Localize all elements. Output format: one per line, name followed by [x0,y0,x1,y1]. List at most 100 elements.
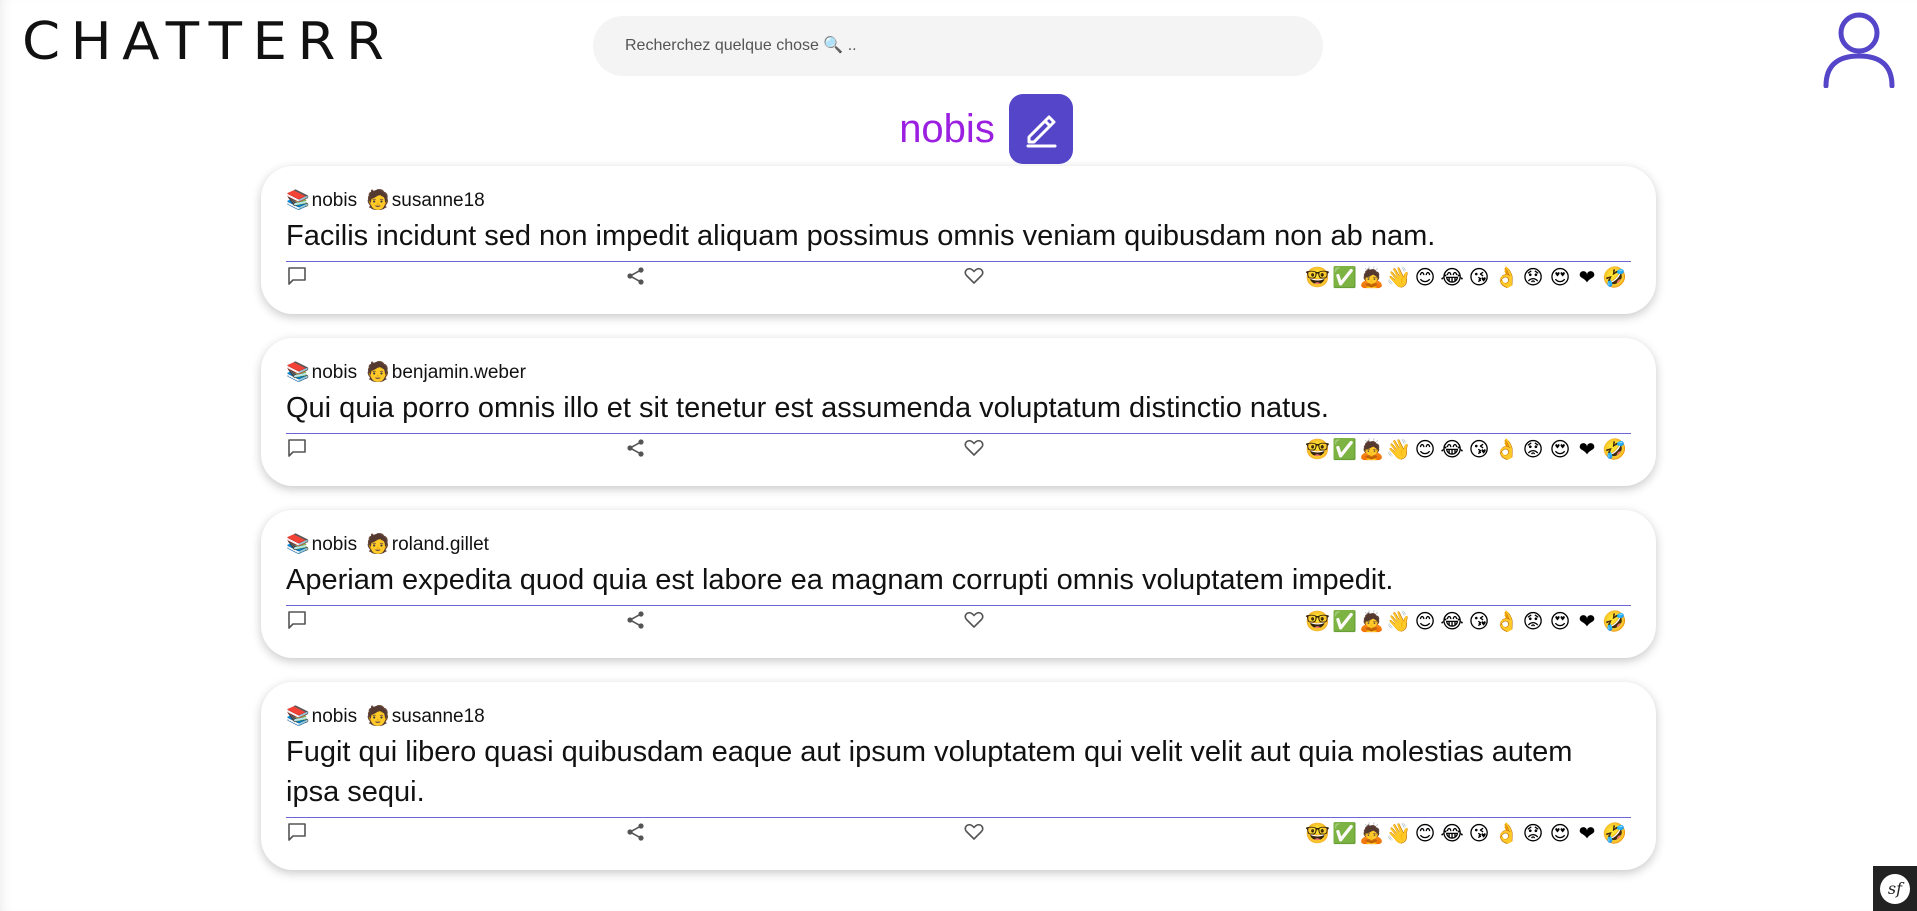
post-meta: 📚 nobis 🧑 susanne18 [286,706,1631,728]
reaction-emoji[interactable]: 👌 [1494,437,1519,461]
edit-button[interactable] [1008,94,1073,164]
post-author[interactable]: 📚 nobis [286,706,357,728]
reaction-emoji[interactable]: 🙇 [1359,609,1384,633]
recipient-name: benjamin.weber [391,362,526,383]
reaction-emoji[interactable]: 😘 [1467,265,1491,289]
reaction-emoji[interactable]: ❤ [1575,265,1599,289]
reaction-emoji[interactable]: 😍 [1548,821,1572,845]
reaction-emoji[interactable]: 😍 [1548,437,1572,461]
reaction-emoji[interactable]: 👋 [1386,821,1411,845]
reaction-emoji[interactable]: 😟 [1521,609,1545,633]
share-icon[interactable] [625,265,647,287]
post-author[interactable]: 📚 nobis [286,190,357,212]
books-icon: 📚 [286,706,310,727]
post-recipient[interactable]: 🧑 susanne18 [366,190,485,212]
reaction-emoji[interactable]: 🤣 [1602,265,1627,289]
reaction-emoji[interactable]: ❤ [1575,609,1599,633]
reaction-picker: 🤓 ✅ 🙇 👋 😊 😂 😘 👌 😟 😍 ❤ 🤣 [1305,821,1627,845]
reaction-emoji[interactable]: 😂 [1440,609,1464,633]
reaction-emoji[interactable]: 👋 [1386,265,1411,289]
reaction-emoji[interactable]: 👋 [1386,609,1411,633]
post-card: 📚 nobis 🧑 susanne18 Facilis incidunt sed… [261,166,1656,314]
app-logo[interactable]: CHATTERR [22,14,394,70]
reaction-emoji[interactable]: 👌 [1494,265,1519,289]
page-title-row: nobis [0,94,1917,164]
books-icon: 📚 [286,362,310,383]
heart-icon[interactable] [963,609,985,631]
reaction-emoji[interactable]: ❤ [1575,437,1599,461]
user-profile-icon[interactable] [1818,6,1900,88]
reaction-emoji[interactable]: 😘 [1467,821,1491,845]
reaction-emoji[interactable]: 🙇 [1359,437,1384,461]
reaction-emoji[interactable]: 😂 [1440,821,1464,845]
comment-icon[interactable] [286,821,308,843]
reaction-picker: 🤓 ✅ 🙇 👋 😊 😂 😘 👌 😟 😍 ❤ 🤣 [1305,609,1627,633]
reaction-emoji[interactable]: ✅ [1332,265,1357,289]
post-recipient[interactable]: 🧑 benjamin.weber [366,362,526,384]
comment-icon[interactable] [286,609,308,631]
reaction-emoji[interactable]: ✅ [1332,821,1357,845]
reaction-emoji[interactable]: 😊 [1413,437,1437,461]
heart-icon[interactable] [963,265,985,287]
post-actions: 🤓 ✅ 🙇 👋 😊 😂 😘 👌 😟 😍 ❤ 🤣 [286,818,1631,870]
books-icon: 📚 [286,190,310,211]
top-header: CHATTERR [0,0,1917,90]
reaction-emoji[interactable]: 😘 [1467,609,1491,633]
share-icon[interactable] [625,437,647,459]
search-input[interactable] [623,36,1323,56]
person-icon: 🧑 [366,362,390,383]
reaction-emoji[interactable]: 👌 [1494,821,1519,845]
post-feed: 📚 nobis 🧑 susanne18 Facilis incidunt sed… [261,166,1656,894]
reaction-emoji[interactable]: 😟 [1521,821,1545,845]
reaction-emoji[interactable]: 😊 [1413,821,1437,845]
reaction-emoji[interactable]: 😍 [1548,609,1572,633]
reaction-emoji[interactable]: 😊 [1413,265,1437,289]
reaction-emoji[interactable]: ❤ [1575,821,1599,845]
reaction-emoji[interactable]: 🙇 [1359,265,1384,289]
author-name: nobis [311,362,358,383]
author-name: nobis [311,190,358,211]
reaction-emoji[interactable]: ✅ [1332,609,1357,633]
reaction-emoji[interactable]: 🤣 [1602,609,1627,633]
reaction-emoji[interactable]: ✅ [1332,437,1357,461]
reaction-emoji[interactable]: 😍 [1548,265,1572,289]
reaction-emoji[interactable]: 🤓 [1305,437,1330,461]
search-bar[interactable] [593,16,1323,76]
post-recipient[interactable]: 🧑 susanne18 [366,706,485,728]
reaction-emoji[interactable]: 🙇 [1359,821,1384,845]
page-title: nobis [899,107,995,151]
reaction-picker: 🤓 ✅ 🙇 👋 😊 😂 😘 👌 😟 😍 ❤ 🤣 [1305,437,1627,461]
reaction-emoji[interactable]: 🤣 [1602,437,1627,461]
reaction-emoji[interactable]: 👋 [1386,437,1411,461]
reaction-emoji[interactable]: 🤣 [1602,821,1627,845]
post-actions: 🤓 ✅ 🙇 👋 😊 😂 😘 👌 😟 😍 ❤ 🤣 [286,606,1631,658]
reaction-emoji[interactable]: 😟 [1521,437,1545,461]
post-author[interactable]: 📚 nobis [286,534,357,556]
reaction-emoji[interactable]: 😂 [1440,437,1464,461]
author-name: nobis [311,706,358,727]
reaction-emoji[interactable]: 👌 [1494,609,1519,633]
person-icon: 🧑 [366,706,390,727]
comment-icon[interactable] [286,437,308,459]
share-icon[interactable] [625,821,647,843]
post-body: Qui quia porro omnis illo et sit tenetur… [286,388,1631,434]
reaction-emoji[interactable]: 😊 [1413,609,1437,633]
reaction-emoji[interactable]: 🤓 [1305,821,1330,845]
comment-icon[interactable] [286,265,308,287]
post-card: 📚 nobis 🧑 susanne18 Fugit qui libero qua… [261,682,1656,870]
reaction-emoji[interactable]: 😂 [1440,265,1464,289]
reaction-emoji[interactable]: 😘 [1467,437,1491,461]
post-recipient[interactable]: 🧑 roland.gillet [366,534,489,556]
post-body: Fugit qui libero quasi quibusdam eaque a… [286,732,1631,818]
heart-icon[interactable] [963,821,985,843]
reaction-emoji[interactable]: 🤓 [1305,609,1330,633]
share-icon[interactable] [625,609,647,631]
post-body: Facilis incidunt sed non impedit aliquam… [286,216,1631,262]
person-icon: 🧑 [366,534,390,555]
symfony-toolbar-button[interactable]: sf [1873,866,1917,911]
books-icon: 📚 [286,534,310,555]
reaction-emoji[interactable]: 😟 [1521,265,1545,289]
reaction-emoji[interactable]: 🤓 [1305,265,1330,289]
post-author[interactable]: 📚 nobis [286,362,357,384]
heart-icon[interactable] [963,437,985,459]
